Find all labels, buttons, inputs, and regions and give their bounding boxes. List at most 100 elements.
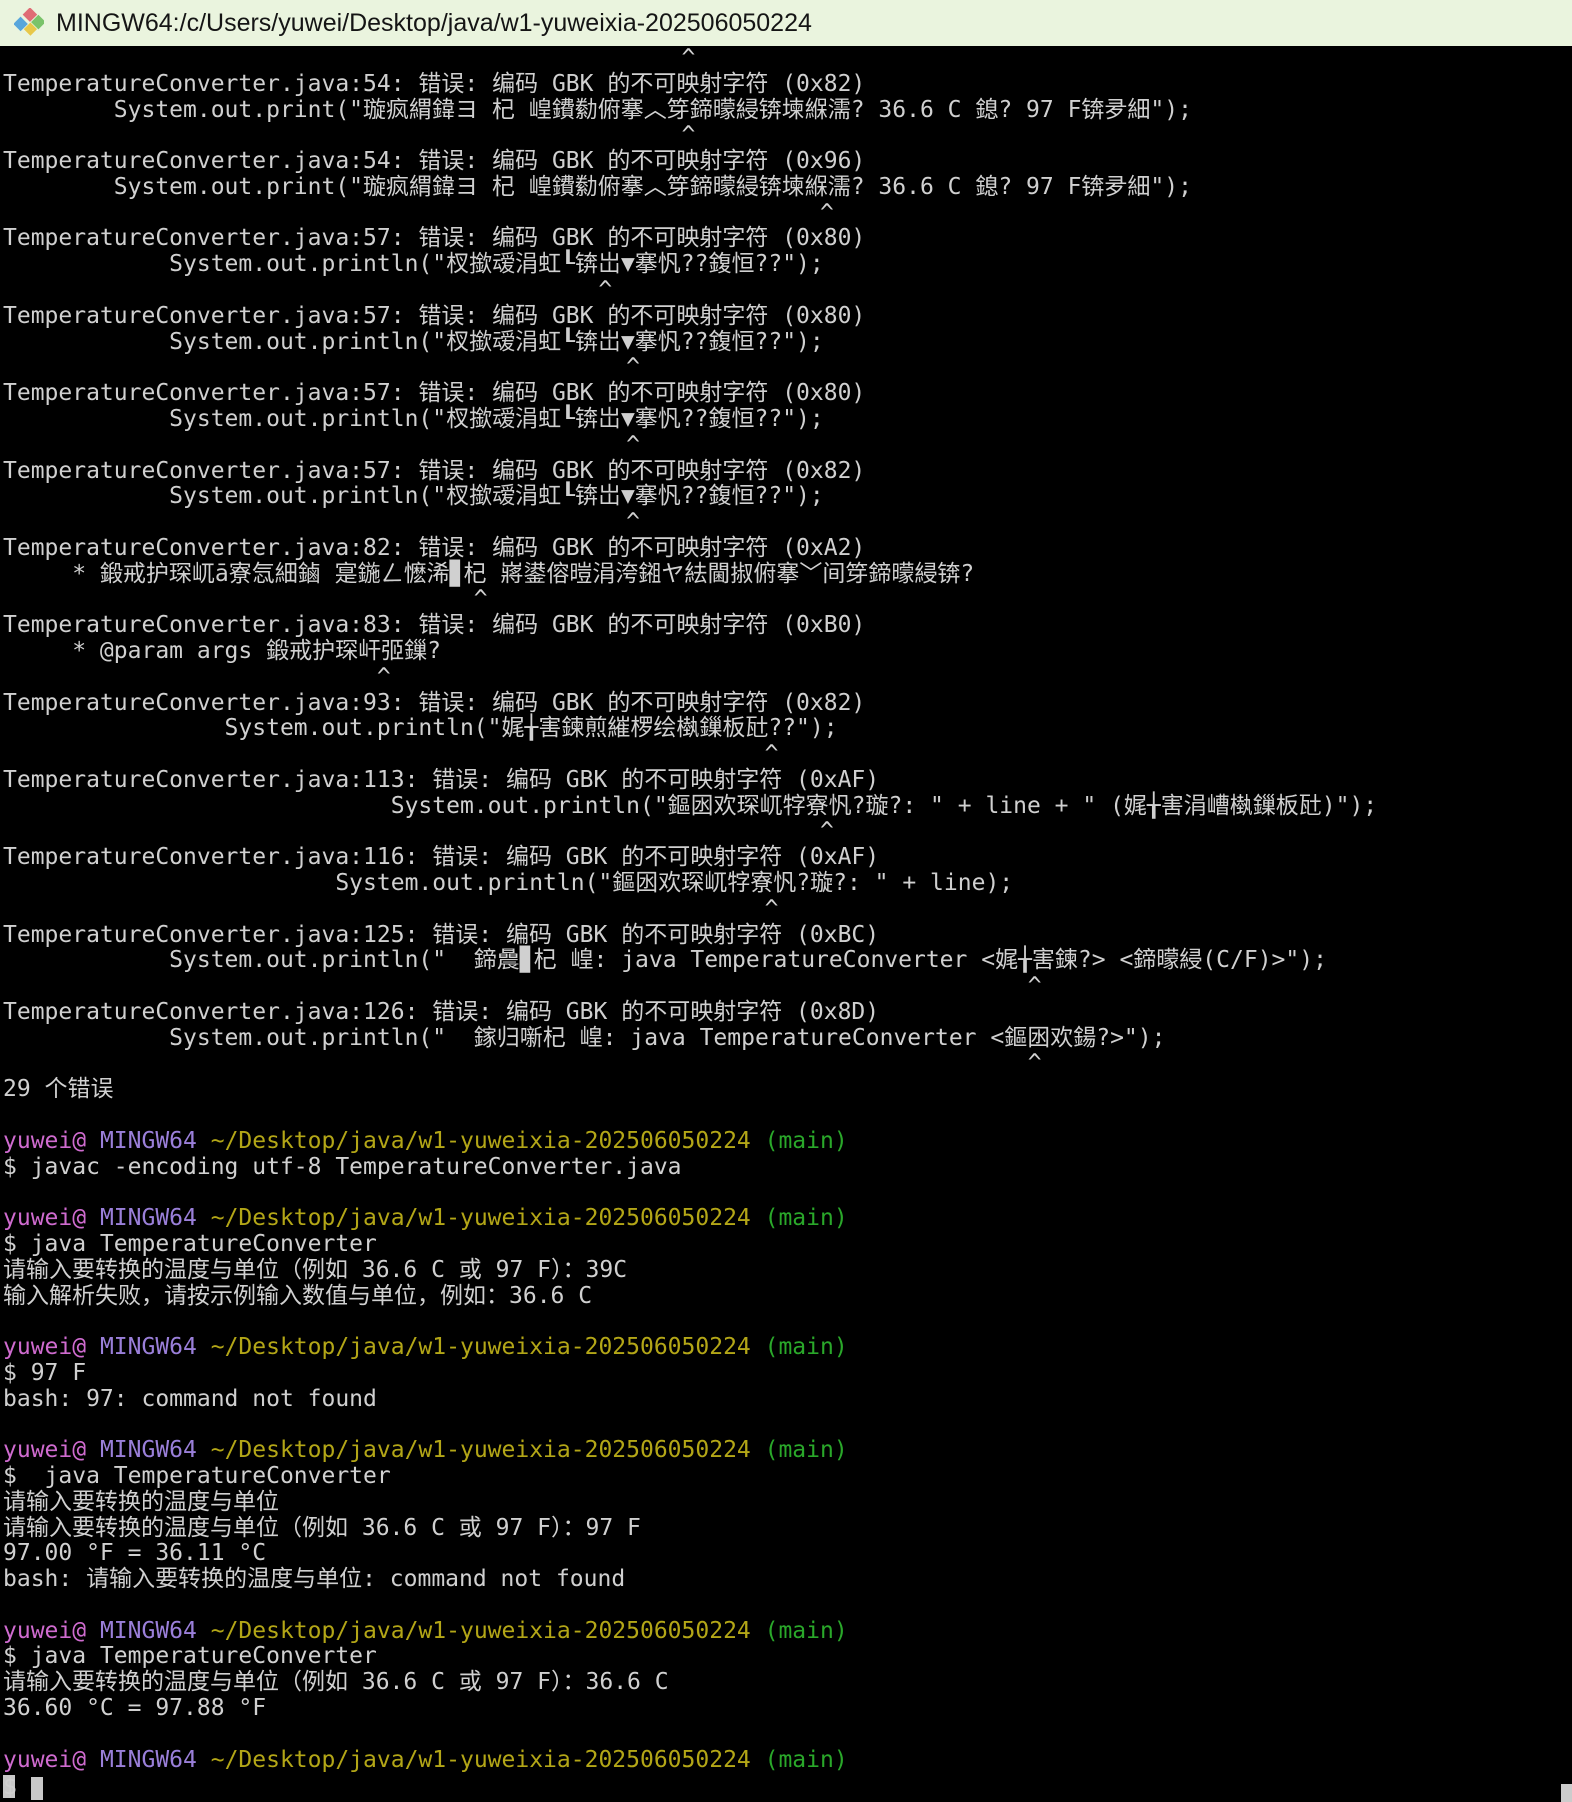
error-caret: ^ [3, 973, 1042, 999]
terminal-line-out: System.out.println("杈撳叆涓虹┖锛岀▼搴忛??鍑恒??"); [3, 330, 1572, 356]
error-caret: ^ [3, 277, 612, 303]
prompt-branch: (main) [751, 1205, 848, 1231]
terminal-line-out: TemperatureConverter.java:93: 错误: 编码 GBK… [3, 691, 1572, 717]
prompt-branch: (main) [751, 1128, 848, 1154]
terminal-line-out: TemperatureConverter.java:57: 错误: 编码 GBK… [3, 304, 1572, 330]
error-caret: ^ [3, 122, 695, 148]
prompt-host: MINGW64 [86, 1618, 197, 1644]
prompt-branch: (main) [751, 1618, 848, 1644]
prompt-branch: (main) [751, 1334, 848, 1360]
terminal-line-blank [3, 1412, 1572, 1438]
terminal-line-caret: ^ [3, 278, 1572, 304]
prompt-user: yuwei@ [3, 1437, 86, 1463]
prompt-user: yuwei@ [3, 1618, 86, 1644]
prompt-host: MINGW64 [86, 1205, 197, 1231]
prompt-user: yuwei@ [3, 1747, 86, 1773]
error-caret: ^ [3, 586, 488, 612]
prompt-path: ~/Desktop/java/w1-yuweixia-202506050224 [197, 1618, 751, 1644]
msys2-logo-icon [14, 8, 44, 38]
terminal-line-out: * @param args 鍛戒护琛屽弬鏁? [3, 639, 1572, 665]
terminal-line-out: System.out.println("鏂囦欢琛屼牸寮忛?璇?: " + lin… [3, 794, 1572, 820]
terminal-line-cmd: $ java TemperatureConverter [3, 1232, 1572, 1258]
terminal-line-caret: ^ [3, 433, 1572, 459]
terminal-line-out: System.out.print("璇疯緭鍏ヨ 杞 崲鐨勬俯搴︿笌鍗曚綅锛堜緥濡… [3, 98, 1572, 124]
terminal-line-out: System.out.println("娓╁害鍊煎繀椤绘槸鏁板瓧??"); [3, 716, 1572, 742]
prompt-user: yuwei@ [3, 1128, 86, 1154]
terminal-line-blank [3, 1103, 1572, 1129]
terminal-line-caret: ^ [3, 819, 1572, 845]
terminal-line-cmd: $ javac -encoding utf-8 TemperatureConve… [3, 1155, 1572, 1181]
terminal-body[interactable]: ^TemperatureConverter.java:54: 错误: 编码 GB… [0, 46, 1572, 1802]
terminal-line-caret: ^ [3, 46, 1572, 72]
terminal-line-prompt: yuwei@ MINGW64 ~/Desktop/java/w1-yuweixi… [3, 1748, 1572, 1774]
error-caret: ^ [3, 354, 640, 380]
prompt-path: ~/Desktop/java/w1-yuweixia-202506050224 [197, 1747, 751, 1773]
terminal-line-out: System.out.println("杈撳叆涓虹┖锛岀▼搴忛??鍑恒??"); [3, 407, 1572, 433]
prompt-path: ~/Desktop/java/w1-yuweixia-202506050224 [197, 1334, 751, 1360]
error-caret: ^ [3, 46, 695, 71]
prompt-host: MINGW64 [86, 1437, 197, 1463]
prompt-branch: (main) [751, 1437, 848, 1463]
terminal-line-out: 请输入要转换的温度与单位 [3, 1490, 1572, 1516]
terminal-line-prompt: yuwei@ MINGW64 ~/Desktop/java/w1-yuweixi… [3, 1129, 1572, 1155]
error-caret: ^ [3, 896, 778, 922]
terminal-line-caret: ^ [3, 355, 1572, 381]
terminal-line-out: TemperatureConverter.java:125: 错误: 编码 GB… [3, 923, 1572, 949]
terminal-line-out: 29 个错误 [3, 1077, 1572, 1103]
terminal-line-out: System.out.println("鏂囦欢琛屼牸寮忛?璇?: " + lin… [3, 871, 1572, 897]
window-titlebar: MINGW64:/c/Users/yuwei/Desktop/java/w1-y… [0, 0, 1572, 46]
scrollbar-thumb[interactable] [1561, 1784, 1572, 1802]
terminal-line-out: System.out.println(" 鎵归噺杞 崲: java Temper… [3, 1026, 1572, 1052]
terminal-line-out: System.out.println(" 鍗曟▊杞 崲: java Temper… [3, 948, 1572, 974]
terminal-line-blank [3, 1722, 1572, 1748]
terminal-line-prompt: yuwei@ MINGW64 ~/Desktop/java/w1-yuweixi… [3, 1206, 1572, 1232]
terminal-line-out: * 鍛戒护琛屼ā寮忥細鏀 寔鍦ㄥ懡浠▊杞 嶈鍙傛暟涓洿鎺ヤ紶閫掓俯搴﹀间笌鍗曚綅… [3, 562, 1572, 588]
prompt-branch: (main) [751, 1747, 848, 1773]
terminal-line-out: TemperatureConverter.java:54: 错误: 编码 GBK… [3, 149, 1572, 175]
prompt-user: yuwei@ [3, 1205, 86, 1231]
error-caret: ^ [3, 818, 834, 844]
terminal-line-prompt: yuwei@ MINGW64 ~/Desktop/java/w1-yuweixi… [3, 1335, 1572, 1361]
window-title: MINGW64:/c/Users/yuwei/Desktop/java/w1-y… [56, 9, 812, 38]
terminal-line-out: System.out.print("璇疯緭鍏ヨ 杞 崲鐨勬俯搴︿笌鍗曚綅锛堜緥濡… [3, 175, 1572, 201]
prompt-dollar: $ [3, 1774, 31, 1800]
terminal-line-caret: ^ [3, 123, 1572, 149]
error-caret: ^ [3, 432, 640, 458]
terminal-line-out: 请输入要转换的温度与单位（例如 36.6 C 或 97 F）：39C [3, 1258, 1572, 1284]
prompt-host: MINGW64 [86, 1128, 197, 1154]
terminal-line-out: 输入解析失败，请按示例输入数值与单位，例如：36.6 C [3, 1284, 1572, 1310]
terminal-line-out: TemperatureConverter.java:57: 错误: 编码 GBK… [3, 459, 1572, 485]
prompt-path: ~/Desktop/java/w1-yuweixia-202506050224 [197, 1128, 751, 1154]
terminal-line-out: TemperatureConverter.java:83: 错误: 编码 GBK… [3, 613, 1572, 639]
terminal-line-blank [3, 1309, 1572, 1335]
terminal-line-out: TemperatureConverter.java:113: 错误: 编码 GB… [3, 768, 1572, 794]
terminal-line-blank [3, 1180, 1572, 1206]
terminal-line-caret: ^ [3, 665, 1572, 691]
prompt-host: MINGW64 [86, 1334, 197, 1360]
prompt-host: MINGW64 [86, 1747, 197, 1773]
terminal-line-caret: ^ [3, 1051, 1572, 1077]
terminal-cursor [31, 1777, 43, 1800]
terminal-line-caret: ^ [3, 742, 1572, 768]
terminal-line-out: TemperatureConverter.java:126: 错误: 编码 GB… [3, 1000, 1572, 1026]
terminal-line-blank [3, 1593, 1572, 1619]
terminal-line-out: TemperatureConverter.java:54: 错误: 编码 GBK… [3, 72, 1572, 98]
error-caret: ^ [3, 509, 640, 535]
terminal-line-cmd: $ java TemperatureConverter [3, 1464, 1572, 1490]
terminal-line-caret: ^ [3, 897, 1572, 923]
terminal-line-out: System.out.println("杈撳叆涓虹┖锛岀▼搴忛??鍑恒??"); [3, 252, 1572, 278]
terminal-line-out: TemperatureConverter.java:82: 错误: 编码 GBK… [3, 536, 1572, 562]
terminal-line-caret: ^ [3, 587, 1572, 613]
terminal-line-cmd: $ 97 F [3, 1361, 1572, 1387]
prompt-path: ~/Desktop/java/w1-yuweixia-202506050224 [197, 1437, 751, 1463]
terminal-line-out: bash: 请输入要转换的温度与单位: command not found [3, 1567, 1572, 1593]
terminal-line-out: 请输入要转换的温度与单位（例如 36.6 C 或 97 F）：97 F [3, 1516, 1572, 1542]
terminal-line-caret: ^ [3, 201, 1572, 227]
error-caret: ^ [3, 1050, 1042, 1076]
terminal-line-caret: ^ [3, 510, 1572, 536]
terminal-line-out: 97.00 °F = 36.11 °C [3, 1541, 1572, 1567]
terminal-line-out: TemperatureConverter.java:116: 错误: 编码 GB… [3, 845, 1572, 871]
error-caret: ^ [3, 741, 778, 767]
terminal-line-out: bash: 97: command not found [3, 1387, 1572, 1413]
terminal-line-cmd: $ java TemperatureConverter [3, 1644, 1572, 1670]
